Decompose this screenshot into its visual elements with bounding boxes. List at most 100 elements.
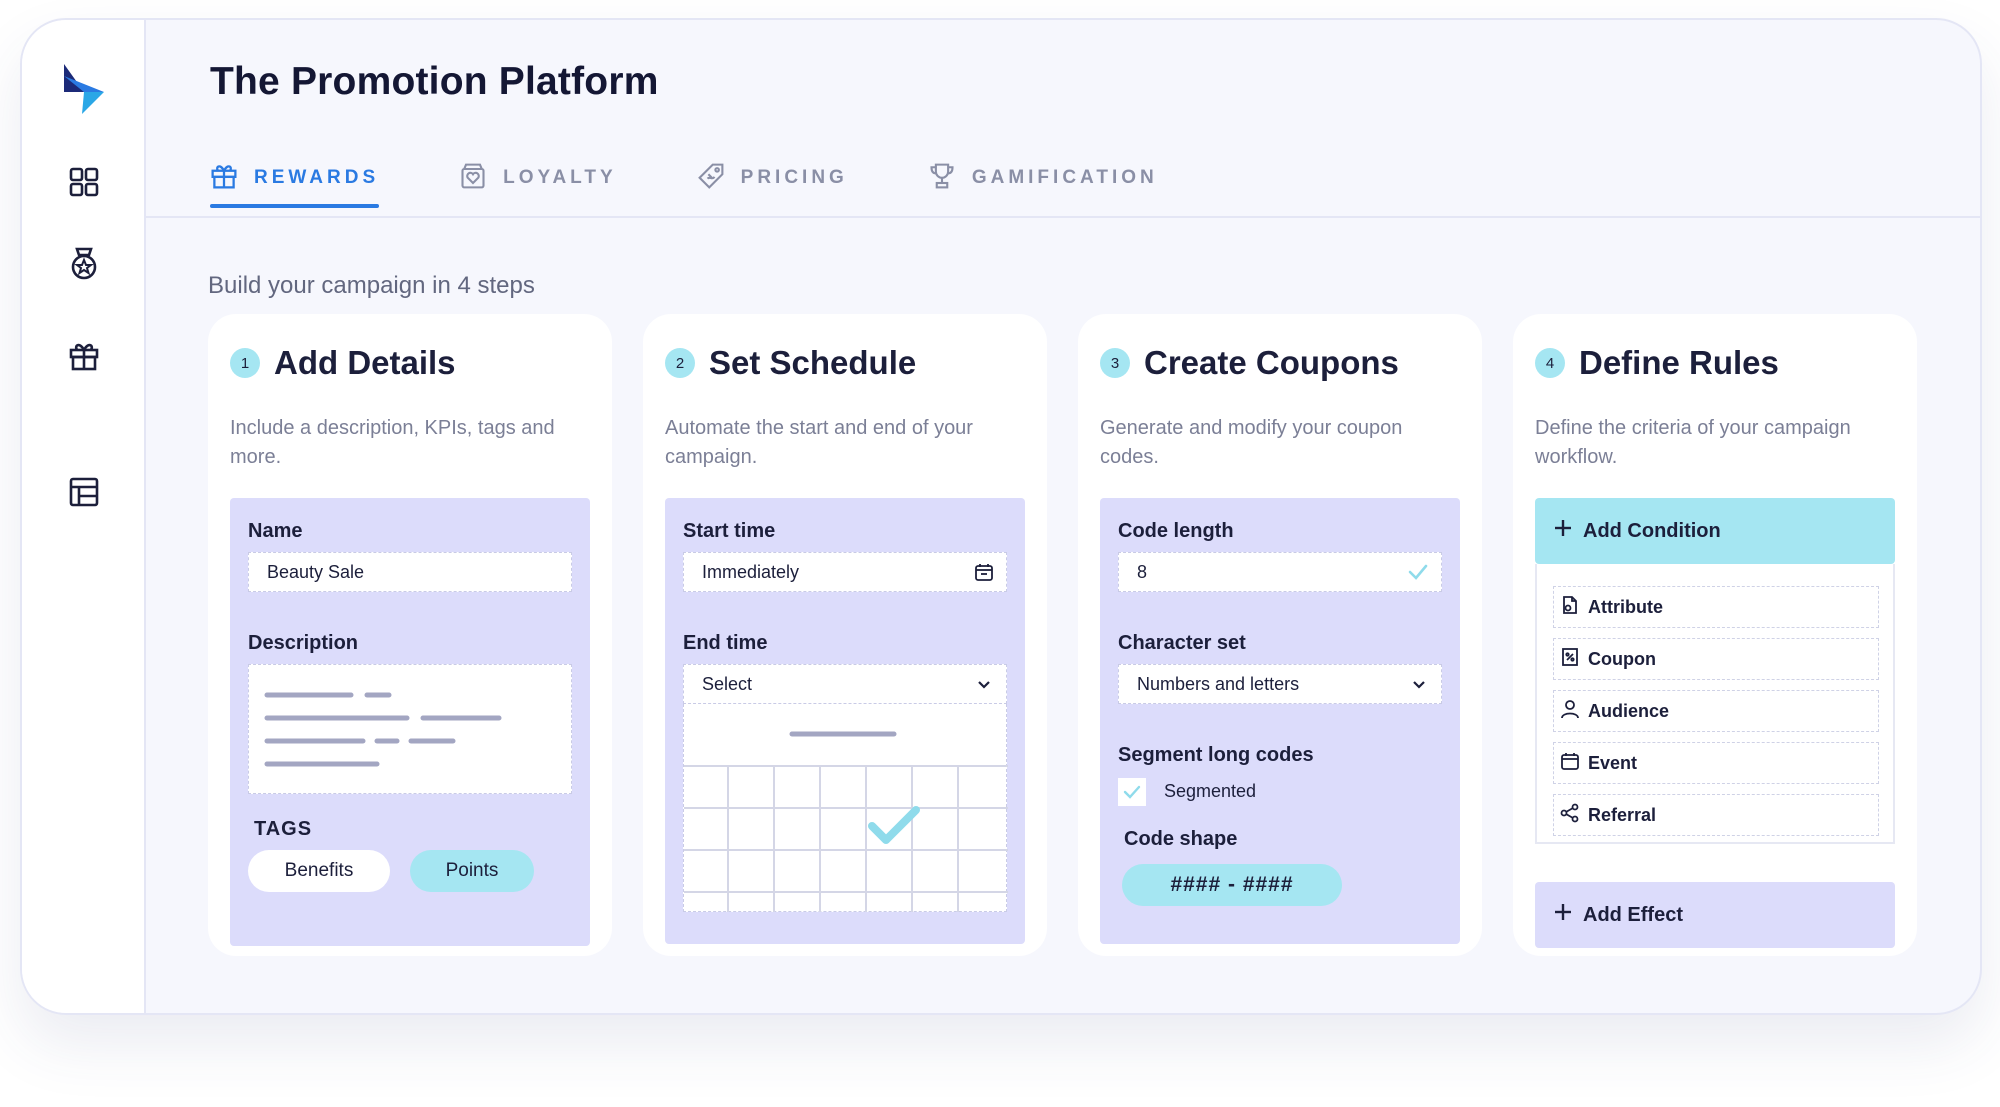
step-card-coupons: 3 Create Coupons Generate and modify you…	[1078, 314, 1482, 956]
step-title: Create Coupons	[1144, 344, 1399, 381]
condition-attribute[interactable]: Attribute	[1553, 586, 1879, 628]
segmented-checkbox[interactable]	[1118, 778, 1146, 806]
code-shape-label: Code shape	[1124, 828, 1238, 850]
gift-icon	[210, 162, 238, 195]
calendar-picker[interactable]	[683, 704, 1008, 912]
description-textarea[interactable]	[248, 664, 572, 794]
condition-label: Event	[1588, 752, 1638, 773]
chevron-down-icon	[1409, 674, 1429, 699]
step-title: Define Rules	[1579, 344, 1779, 381]
calendar-icon	[1560, 751, 1580, 776]
medal-icon[interactable]	[64, 244, 104, 284]
start-time-value: Immediately	[702, 561, 800, 582]
step-description: Include a description, KPIs, tags and mo…	[230, 417, 555, 468]
tag-points[interactable]: Points	[410, 850, 534, 892]
steps-subtitle: Build your campaign in 4 steps	[208, 272, 535, 299]
loyalty-box-icon	[459, 162, 487, 195]
end-time-label: End time	[683, 632, 768, 654]
step-card-details: 1 Add Details Include a description, KPI…	[208, 314, 612, 956]
step-number: 1	[230, 348, 260, 378]
check-icon	[1407, 562, 1429, 587]
code-shape-value[interactable]: #### - ####	[1122, 864, 1342, 906]
main-content: The Promotion Platform REWARDS LOYALTY P…	[146, 20, 1980, 1013]
tab-label: LOYALTY	[503, 167, 617, 188]
tab-pricing[interactable]: PRICING	[697, 150, 848, 206]
tab-gamification[interactable]: GAMIFICATION	[928, 150, 1158, 206]
attribute-icon	[1560, 595, 1580, 620]
code-length-input[interactable]: 8	[1118, 552, 1442, 592]
step-header: 3 Create Coupons	[1100, 344, 1399, 382]
step-description: Automate the start and end of your campa…	[665, 417, 973, 468]
code-length-label: Code length	[1118, 520, 1234, 542]
step-description: Define the criteria of your campaign wor…	[1535, 417, 1851, 468]
character-set-label: Character set	[1118, 632, 1246, 654]
tags-label: TAGS	[254, 818, 313, 840]
app-window: The Promotion Platform REWARDS LOYALTY P…	[20, 18, 1982, 1015]
step-header: 4 Define Rules	[1535, 344, 1779, 382]
condition-audience[interactable]: Audience	[1553, 690, 1879, 732]
add-effect-button[interactable]: Add Effect	[1535, 882, 1895, 948]
condition-label: Audience	[1588, 700, 1670, 721]
step-description: Generate and modify your coupon codes.	[1100, 417, 1403, 468]
brand-logo[interactable]	[62, 62, 106, 114]
details-panel: Name Beauty Sale Description TAGS Benefi…	[230, 498, 590, 946]
placeholder-lines-icon	[264, 692, 502, 767]
character-set-value: Numbers and letters	[1137, 673, 1300, 694]
step-card-schedule: 2 Set Schedule Automate the start and en…	[643, 314, 1047, 956]
step-number: 3	[1100, 348, 1130, 378]
schedule-panel: Start time Immediately End time Select	[665, 498, 1025, 944]
step-header: 2 Set Schedule	[665, 344, 916, 382]
condition-label: Referral	[1588, 804, 1657, 825]
step-title: Add Details	[274, 344, 456, 381]
plus-icon	[1553, 518, 1573, 544]
condition-coupon[interactable]: Coupon	[1553, 638, 1879, 680]
tab-label: REWARDS	[254, 167, 380, 188]
end-time-value: Select	[702, 673, 753, 694]
step-header: 1 Add Details	[230, 344, 456, 382]
tab-label: PRICING	[740, 167, 848, 188]
price-tag-icon	[697, 162, 725, 195]
condition-label: Coupon	[1588, 648, 1656, 669]
trophy-icon	[928, 162, 956, 195]
calendar-grid-icon	[684, 731, 1008, 912]
end-time-select[interactable]: Select	[683, 664, 1007, 704]
coupons-panel: Code length 8 Character set Numbers and …	[1100, 498, 1460, 944]
start-time-label: Start time	[683, 520, 776, 542]
segment-label: Segment long codes	[1118, 744, 1314, 766]
description-label: Description	[248, 632, 359, 654]
segmented-option-label: Segmented	[1164, 781, 1257, 801]
character-set-select[interactable]: Numbers and letters	[1118, 664, 1442, 704]
condition-label: Attribute	[1588, 596, 1663, 617]
tab-divider	[146, 216, 1980, 218]
condition-list: Attribute Coupon Audience Event Referral	[1535, 564, 1895, 844]
start-time-input[interactable]: Immediately	[683, 552, 1007, 592]
tab-rewards[interactable]: REWARDS	[210, 150, 380, 208]
add-condition-button[interactable]: Add Condition	[1535, 498, 1895, 564]
step-card-rules: 4 Define Rules Define the criteria of yo…	[1513, 314, 1917, 956]
share-icon	[1560, 803, 1580, 828]
condition-event[interactable]: Event	[1553, 742, 1879, 784]
step-number: 4	[1535, 348, 1565, 378]
user-icon	[1560, 699, 1580, 724]
dashboard-grid-icon[interactable]	[64, 162, 104, 202]
name-label: Name	[248, 520, 303, 542]
add-effect-label: Add Effect	[1583, 903, 1683, 926]
sidebar	[22, 20, 146, 1013]
layout-table-icon[interactable]	[64, 472, 104, 512]
tag-benefits[interactable]: Benefits	[248, 850, 390, 892]
page-title: The Promotion Platform	[210, 60, 659, 103]
tab-loyalty[interactable]: LOYALTY	[459, 150, 617, 206]
step-title: Set Schedule	[709, 344, 917, 381]
calendar-icon[interactable]	[974, 562, 994, 587]
code-length-value: 8	[1137, 561, 1148, 582]
plus-icon	[1553, 902, 1573, 928]
coupon-icon	[1560, 647, 1580, 672]
tab-bar: REWARDS LOYALTY PRICING GAMIFICATION	[210, 150, 1238, 218]
step-number: 2	[665, 348, 695, 378]
tab-label: GAMIFICATION	[971, 167, 1158, 188]
condition-referral[interactable]: Referral	[1553, 794, 1879, 836]
name-input[interactable]: Beauty Sale	[248, 552, 572, 592]
gift-icon[interactable]	[64, 336, 104, 376]
check-icon	[1123, 785, 1141, 799]
add-condition-label: Add Condition	[1583, 519, 1721, 542]
